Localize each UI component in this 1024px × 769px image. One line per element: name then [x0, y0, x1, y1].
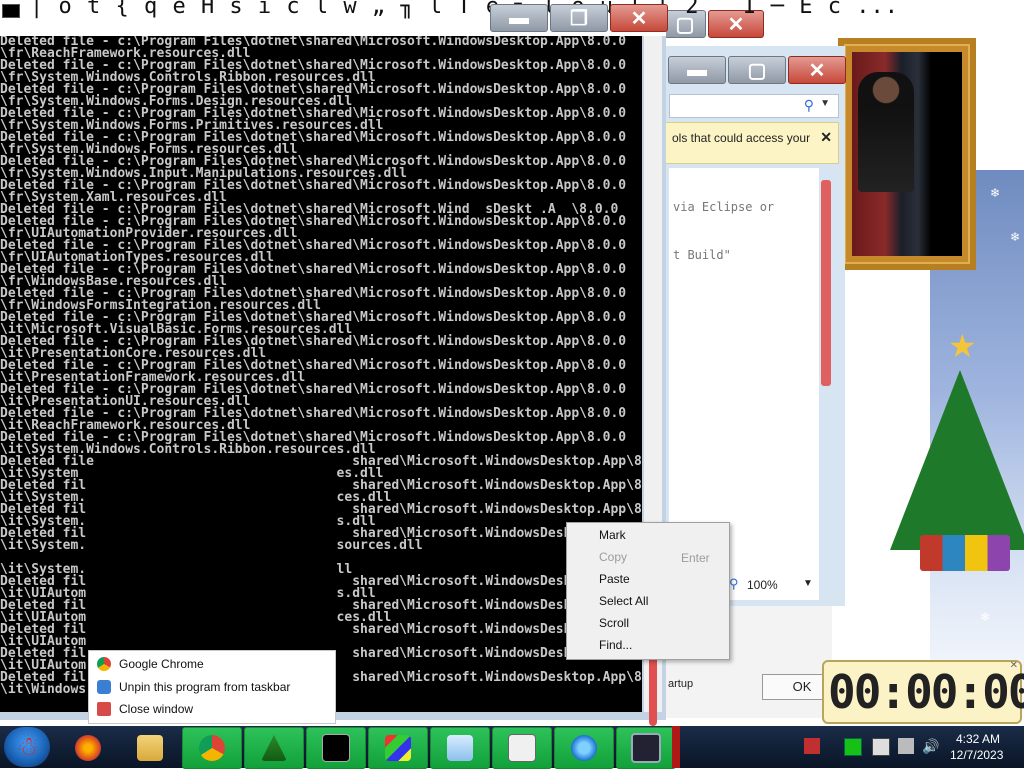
clock-time[interactable]: 4:32 AM: [956, 732, 1000, 746]
taskbar-console[interactable]: [306, 727, 366, 769]
menu-item-find[interactable]: Find...: [599, 638, 632, 652]
unpin-icon: [97, 680, 111, 694]
info-bar-close-icon[interactable]: ✕: [820, 129, 832, 146]
firefox-icon: [75, 735, 101, 761]
maximize-button[interactable]: ▢: [728, 56, 786, 84]
network-icon[interactable]: [898, 738, 914, 754]
close-window-icon: [97, 702, 111, 716]
snowflake-icon: ❄: [1010, 230, 1021, 244]
notes-icon: [447, 735, 473, 761]
menu-item-enter: Enter: [681, 551, 710, 565]
editor-line: t Build": [673, 248, 731, 262]
taskbar-notes-app[interactable]: [430, 727, 490, 769]
search-icon[interactable]: ⚲: [804, 97, 814, 114]
snowflake-icon: ❄: [980, 610, 991, 624]
folder-icon: [137, 735, 163, 761]
taskbar-christmas-tree-app[interactable]: [244, 727, 304, 769]
action-center-icon[interactable]: [872, 738, 890, 756]
monitor-icon: [631, 733, 661, 763]
close-icon[interactable]: ✕: [1010, 660, 1018, 671]
jump-item-close-window[interactable]: Close window: [119, 702, 193, 716]
restore-button[interactable]: ❐: [550, 4, 608, 32]
menu-item-copy: Copy: [599, 550, 628, 564]
taskbar-chrome[interactable]: [182, 727, 242, 769]
framed-photo: [852, 52, 962, 256]
startup-label: artup: [668, 678, 694, 690]
zoom-level[interactable]: 100%: [747, 578, 778, 592]
chrome-icon: [199, 735, 225, 761]
taskbar-paint-app[interactable]: [368, 727, 428, 769]
menu-item-scroll[interactable]: Scroll: [599, 616, 629, 630]
volume-icon[interactable]: 🔊: [922, 738, 939, 754]
menu-item-select-all[interactable]: Select All: [599, 594, 648, 608]
console-window-buttons: ▬ ❐ ✕: [490, 4, 668, 32]
console-icon: [322, 734, 350, 762]
close-button[interactable]: ✕: [610, 4, 668, 32]
info-bar-text: ols that could access your: [672, 131, 811, 145]
console-icon[interactable]: [2, 4, 20, 18]
editor-line: via Eclipse or: [673, 200, 775, 214]
taskbar-separator: [672, 726, 680, 768]
chevron-down-icon[interactable]: ▼: [820, 98, 830, 109]
back-window-buttons: ▬ ▢ ✕: [668, 56, 846, 84]
menu-item-mark[interactable]: Mark: [599, 528, 626, 542]
calculator-icon: [508, 734, 536, 762]
star-icon: ★: [948, 328, 977, 364]
taskbar: ☃ 🔊 4:32 AM 12/7/2023: [0, 726, 1024, 769]
taskbar-explorer[interactable]: [120, 727, 180, 769]
wallpaper-photo-frame: [838, 38, 976, 270]
timer-display: 00:00:00: [828, 665, 1024, 719]
snowflake-icon: ❄: [990, 186, 1001, 200]
taskbar-calculator[interactable]: [492, 727, 552, 769]
console-scroll-thumb[interactable]: [649, 656, 657, 726]
taskbar-internet-explorer[interactable]: [554, 727, 614, 769]
editor-scrollbar[interactable]: [821, 180, 831, 386]
tree-body: [890, 370, 1024, 550]
tree-icon: [261, 735, 287, 761]
countdown-timer-widget[interactable]: 00:00:00 ✕: [822, 660, 1024, 724]
chevron-down-icon[interactable]: ▼: [803, 578, 813, 589]
tray-app-icon[interactable]: [804, 738, 820, 754]
console-title: | o t { q e H s i c l w „ ╖ l T e ╕ l o …: [30, 0, 899, 19]
taskbar-firefox[interactable]: [58, 727, 118, 769]
minimize-button[interactable]: ▬: [668, 56, 726, 84]
photo-person: [858, 72, 914, 192]
tray-green-icon[interactable]: [844, 738, 862, 756]
internet-explorer-icon: [571, 735, 597, 761]
start-button[interactable]: ☃: [4, 727, 50, 767]
jump-item-google-chrome[interactable]: Google Chrome: [119, 657, 204, 671]
taskbar-thumbnail-preview[interactable]: [88, 466, 334, 650]
info-bar: ols that could access your ✕: [665, 122, 839, 164]
close-button[interactable]: ✕: [788, 56, 846, 84]
santa-icon: ☃: [16, 731, 40, 761]
christmas-tree-decoration: ★: [870, 328, 1024, 580]
jump-item-unpin[interactable]: Unpin this program from taskbar: [119, 680, 290, 694]
minimize-button[interactable]: ▬: [490, 4, 548, 32]
prism-icon: [385, 735, 411, 761]
presents-decoration: [920, 535, 1010, 571]
taskbar-jump-list: Google Chrome Unpin this program from ta…: [88, 650, 336, 724]
clock-date[interactable]: 12/7/2023: [950, 748, 1003, 762]
menu-item-paste[interactable]: Paste: [599, 572, 630, 586]
chrome-icon: [97, 657, 111, 671]
taskbar-system-monitor[interactable]: [616, 727, 676, 769]
console-context-menu: Mark Copy Enter Paste Select All Scroll …: [566, 522, 730, 660]
zoom-icon: ⚲: [729, 576, 739, 591]
search-box[interactable]: ⚲ ▼: [669, 94, 839, 118]
